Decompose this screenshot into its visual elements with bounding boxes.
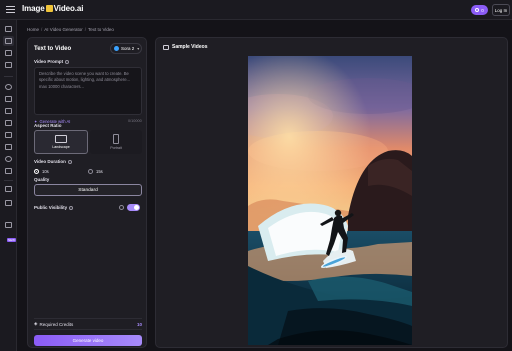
sample-video-player[interactable] [248, 56, 412, 345]
required-credits-row: ◈ Required Credits 10 [34, 318, 142, 330]
mic-icon[interactable] [5, 120, 12, 126]
aspect-option-landscape[interactable]: Landscape [34, 130, 88, 154]
duration-options: 10s 15s [34, 167, 142, 175]
duration-option-label: 10s [42, 168, 49, 174]
chevron-down-icon: ▾ [137, 46, 140, 51]
visibility-control [119, 204, 140, 211]
image-frame-icon[interactable] [5, 200, 12, 206]
new-badge: NEW [7, 238, 16, 242]
transform-icon[interactable] [5, 96, 12, 102]
sample-videos-title: Sample Videos [172, 44, 208, 50]
people-icon[interactable] [5, 108, 12, 114]
duration-option-10s[interactable]: 10s [34, 167, 88, 175]
breadcrumb-current: Text to Video [88, 27, 114, 32]
credits-pill[interactable]: 0 [471, 5, 488, 15]
quality-standard-button[interactable]: Standard [34, 184, 142, 196]
model-select[interactable]: Sora 2 ▾ [110, 43, 142, 54]
aspect-option-label: Landscape [52, 145, 70, 149]
duration-option-15s[interactable]: 15s [88, 167, 142, 175]
generator-panel: Text to Video Sora 2 ▾ Video Prompt Descr… [27, 37, 147, 348]
globe-icon [119, 205, 124, 210]
menu-icon[interactable] [6, 6, 15, 14]
visibility-label-row: Public Visibility [34, 205, 74, 210]
folder-icon[interactable] [5, 222, 12, 228]
brand-logo[interactable]: Image Video.ai [22, 4, 83, 13]
coin-icon: ◈ [34, 321, 38, 326]
image-tool-icon[interactable] [5, 26, 12, 32]
info-icon[interactable] [67, 159, 72, 164]
visibility-label: Public Visibility [34, 205, 68, 210]
camera-icon[interactable] [5, 50, 12, 56]
magic-icon[interactable] [5, 156, 12, 162]
prompt-label-row: Video Prompt [34, 59, 70, 64]
char-counter: 0/10000 [128, 119, 142, 123]
credits-count: 0 [481, 7, 484, 13]
info-icon[interactable] [65, 59, 70, 64]
duration-label: Video Duration [34, 159, 66, 164]
portrait-icon [113, 134, 119, 144]
surfer-video-frame [248, 56, 412, 345]
panel-title: Text to Video [34, 46, 72, 52]
video-tool-icon[interactable] [5, 38, 12, 44]
visibility-toggle[interactable] [127, 204, 140, 211]
aspect-ratio-options: Landscape Portrait [34, 130, 142, 154]
photo-icon[interactable] [5, 62, 12, 68]
radio-selected-icon [34, 168, 39, 174]
brand-name-right: Video.ai [53, 4, 84, 13]
edit-icon[interactable] [5, 132, 12, 138]
generate-video-button[interactable]: Generate video [34, 335, 142, 346]
login-button[interactable]: Log In [492, 4, 510, 16]
video-icon [163, 44, 169, 50]
aspect-ratio-label: Aspect Ratio [34, 123, 62, 128]
duration-option-label: 15s [96, 168, 103, 174]
quality-label: Quality [34, 177, 50, 182]
required-credits-value: 10 [136, 321, 142, 327]
aspect-option-label: Portrait [110, 146, 122, 150]
top-bar: Image Video.ai 0 Log In [0, 0, 512, 20]
aspect-option-portrait[interactable]: Portrait [90, 130, 142, 154]
model-name: Sora 2 [121, 46, 135, 51]
prompt-textarea[interactable]: Describe the video scene you want to cre… [34, 67, 142, 115]
rail-divider [4, 180, 13, 181]
duration-label-row: Video Duration [34, 159, 72, 164]
sample-videos-panel: Sample Videos [155, 37, 508, 348]
breadcrumb-ai-video-generator[interactable]: AI Video Generator [44, 27, 82, 32]
chart-icon[interactable] [5, 168, 12, 174]
breadcrumb: Home / AI Video Generator / Text to Video [27, 27, 114, 32]
breadcrumb-separator: / [84, 27, 86, 32]
model-icon [114, 46, 119, 51]
info-icon[interactable] [69, 205, 74, 210]
toggle-knob [134, 205, 139, 210]
prompt-label: Video Prompt [34, 59, 64, 64]
rail-divider [4, 76, 13, 77]
required-credits-label: Required Credits [39, 321, 74, 327]
side-rail: NEW [0, 20, 17, 351]
gallery-icon[interactable] [5, 144, 12, 150]
radio-icon [88, 168, 93, 174]
landscape-icon [55, 135, 67, 143]
brand-mark-icon [45, 5, 53, 12]
document-icon[interactable] [5, 186, 12, 192]
coin-icon [475, 8, 480, 12]
breadcrumb-separator: / [41, 27, 43, 32]
brand-name-left: Image [22, 4, 45, 13]
effects-icon[interactable] [5, 84, 12, 90]
breadcrumb-home[interactable]: Home [27, 27, 39, 32]
sample-videos-header: Sample Videos [163, 44, 207, 50]
